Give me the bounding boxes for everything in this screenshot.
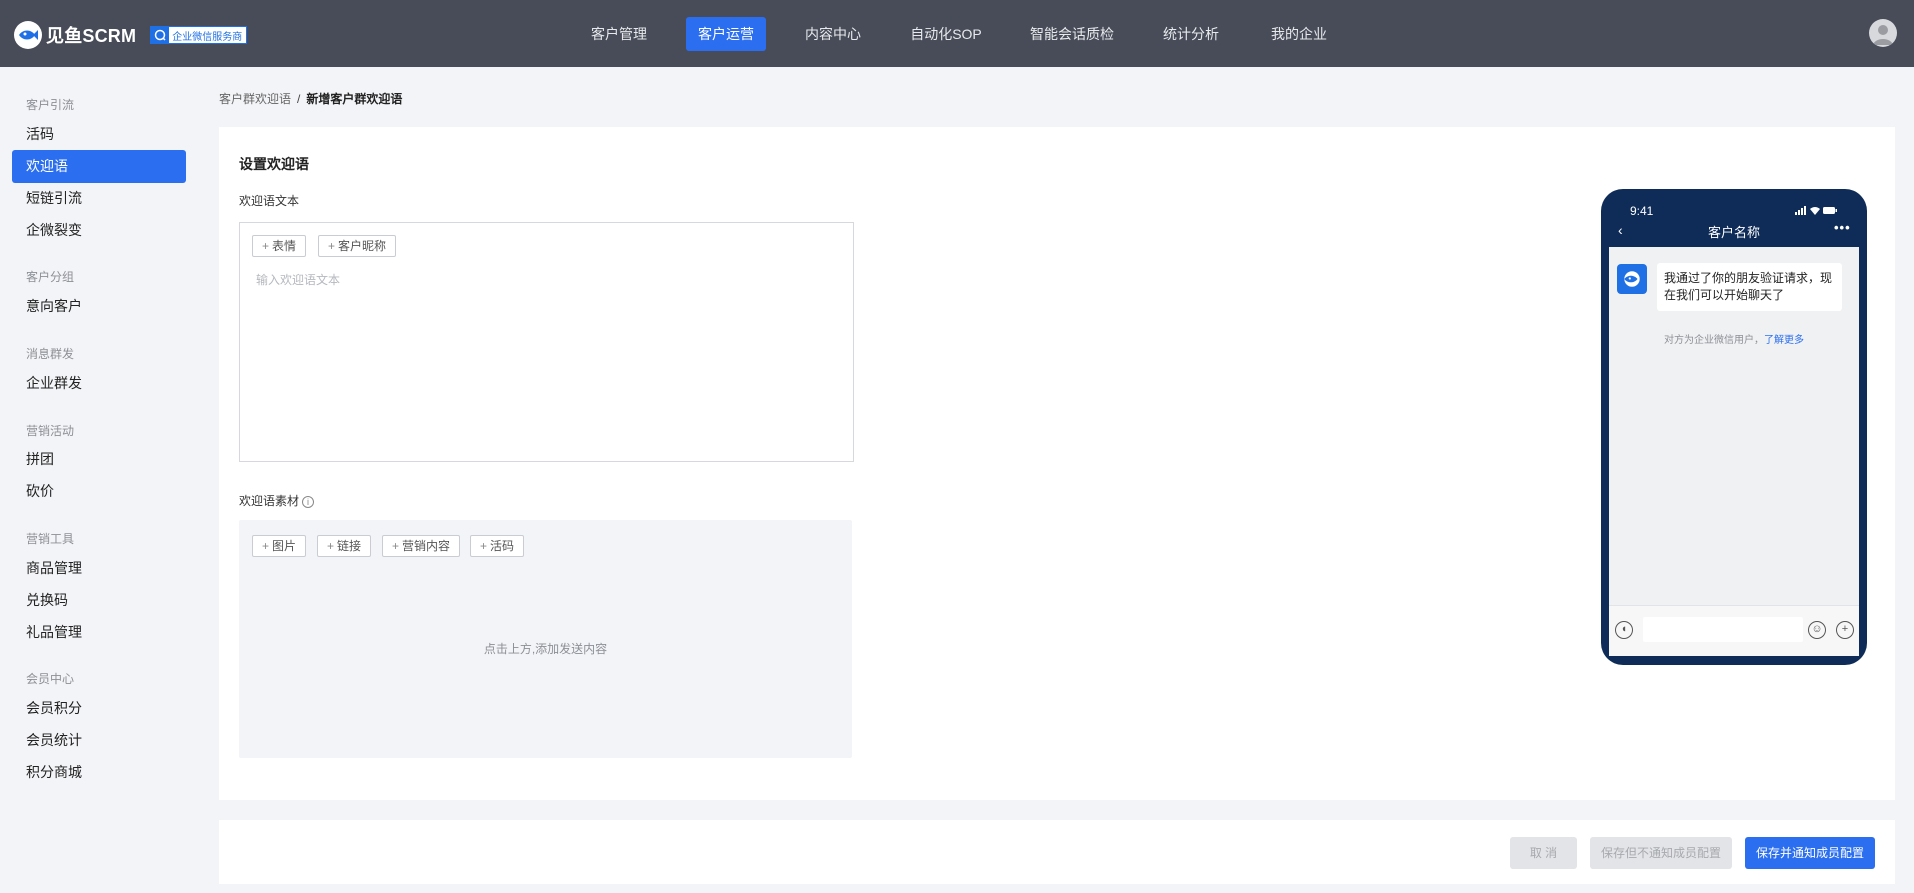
nav-automation-sop[interactable]: 自动化SOP [902,17,990,51]
nav-customer-management[interactable]: 客户管理 [580,17,658,51]
sidebar-group-mass-message: 消息群发 [26,347,75,361]
wecom-partner-badge: 企业微信服务商 [150,26,248,44]
sidebar-item-fission[interactable]: 企微裂变 [12,214,186,247]
learn-more-link[interactable]: 了解更多 [1764,335,1804,346]
nav-customer-operation[interactable]: 客户运营 [686,17,766,51]
sidebar-item-live-code[interactable]: 活码 [12,118,186,151]
add-image-button[interactable]: + 图片 [252,535,307,557]
chat-note-text: 对方为企业微信用户， [1664,335,1764,346]
badge-text: 企业微信服务商 [172,31,243,43]
nav-my-enterprise[interactable]: 我的企业 [1262,17,1336,51]
sidebar-group-marketing-tools: 营销工具 [26,532,75,546]
sidebar-group-member: 会员中心 [26,672,75,686]
chat-system-note: 对方为企业微信用户，了解更多 [1609,331,1859,346]
sidebar-item-redeem-code[interactable]: 兑换码 [12,584,186,617]
nav-session-quality[interactable]: 智能会话质检 [1024,17,1120,51]
plus-icon: + [328,239,336,253]
sidebar-item-gift[interactable]: 礼品管理 [12,616,186,649]
add-icon[interactable]: + [1836,621,1854,639]
sidebar-item-product[interactable]: 商品管理 [12,552,186,585]
insert-nickname-label: 客户昵称 [338,239,387,253]
plus-icon: + [392,539,400,553]
welcome-text-label: 欢迎语文本 [239,194,300,208]
phone-status-icons [1795,206,1837,215]
voice-icon[interactable]: ◖ [1615,621,1633,639]
phone-time: 9:41 [1630,204,1654,218]
chat-message-input[interactable] [1643,617,1803,642]
welcome-material-label: 欢迎语素材 i [239,492,315,509]
top-navbar: 见鱼SCRM 企业微信服务商 客户管理 客户运营 内容中心 自动化SOP 智能会… [0,0,1914,67]
emoji-icon[interactable]: ☺ [1808,621,1826,639]
sidebar-item-enterprise-mass[interactable]: 企业群发 [12,367,186,400]
sidebar-item-member-points[interactable]: 会员积分 [12,692,186,725]
nav-content-center[interactable]: 内容中心 [794,17,872,51]
plus-icon: + [262,539,270,553]
sidebar-item-group-buy[interactable]: 拼团 [12,443,186,476]
insert-nickname-button[interactable]: + 客户昵称 [318,235,397,257]
add-link-label: 链接 [337,539,362,553]
plus-icon: + [262,239,270,253]
sidebar-item-points-mall[interactable]: 积分商城 [12,756,186,789]
insert-emoji-button[interactable]: + 表情 [252,235,307,257]
breadcrumb-parent[interactable]: 客户群欢迎语 [219,92,291,106]
add-link-button[interactable]: + 链接 [317,535,372,557]
save-without-notify-button[interactable]: 保存但不通知成员配置 [1590,837,1732,869]
plus-icon: + [327,539,335,553]
insert-emoji-label: 表情 [272,239,297,253]
breadcrumb: 客户群欢迎语 / 新增客户群欢迎语 [219,90,402,107]
section-title: 设置欢迎语 [239,156,309,172]
cancel-button[interactable]: 取 消 [1510,837,1577,869]
sidebar-item-bargain[interactable]: 砍价 [12,475,186,508]
add-marketing-content-label: 营销内容 [402,539,451,553]
wecom-icon [151,27,170,43]
brand-name: 见鱼SCRM [46,26,137,46]
add-image-label: 图片 [272,539,297,553]
add-live-code-button[interactable]: + 活码 [470,535,525,557]
welcome-text-input[interactable] [239,222,854,462]
user-icon [1873,25,1893,45]
user-avatar[interactable] [1869,19,1897,47]
phone-chat-title: 客户名称 [1707,225,1760,240]
fish-logo-icon [14,21,42,49]
sidebar-item-short-link[interactable]: 短链引流 [12,182,186,215]
breadcrumb-current: 新增客户群欢迎语 [306,92,403,106]
brand-logo[interactable]: 见鱼SCRM 企业微信服务商 [14,21,248,49]
material-empty-hint: 点击上方,添加发送内容 [483,642,608,656]
welcome-text-placeholder: 输入欢迎语文本 [256,273,341,287]
add-live-code-label: 活码 [490,539,515,553]
chat-avatar-fish-icon [1617,264,1647,294]
breadcrumb-separator: / [297,92,301,106]
sidebar-group-marketing: 营销活动 [26,424,75,438]
add-marketing-content-button[interactable]: + 营销内容 [382,535,461,557]
chat-message-bubble: 我通过了你的朋友验证请求，现在我们可以开始聊天了 [1657,263,1842,311]
more-icon[interactable]: ••• [1834,220,1851,235]
sidebar-group-customer-grouping: 客户分组 [26,270,75,284]
save-and-notify-button[interactable]: 保存并通知成员配置 [1745,837,1875,869]
sidebar-item-welcome[interactable]: 欢迎语 [12,150,186,183]
sidebar-item-member-stats[interactable]: 会员统计 [12,724,186,757]
plus-icon: + [480,539,488,553]
nav-statistics[interactable]: 统计分析 [1154,17,1228,51]
material-label-text: 欢迎语素材 [239,494,300,508]
info-icon[interactable]: i [302,495,315,508]
sidebar-group-customer-acquisition: 客户引流 [26,98,75,112]
sidebar-item-intent-customer[interactable]: 意向客户 [12,290,186,323]
